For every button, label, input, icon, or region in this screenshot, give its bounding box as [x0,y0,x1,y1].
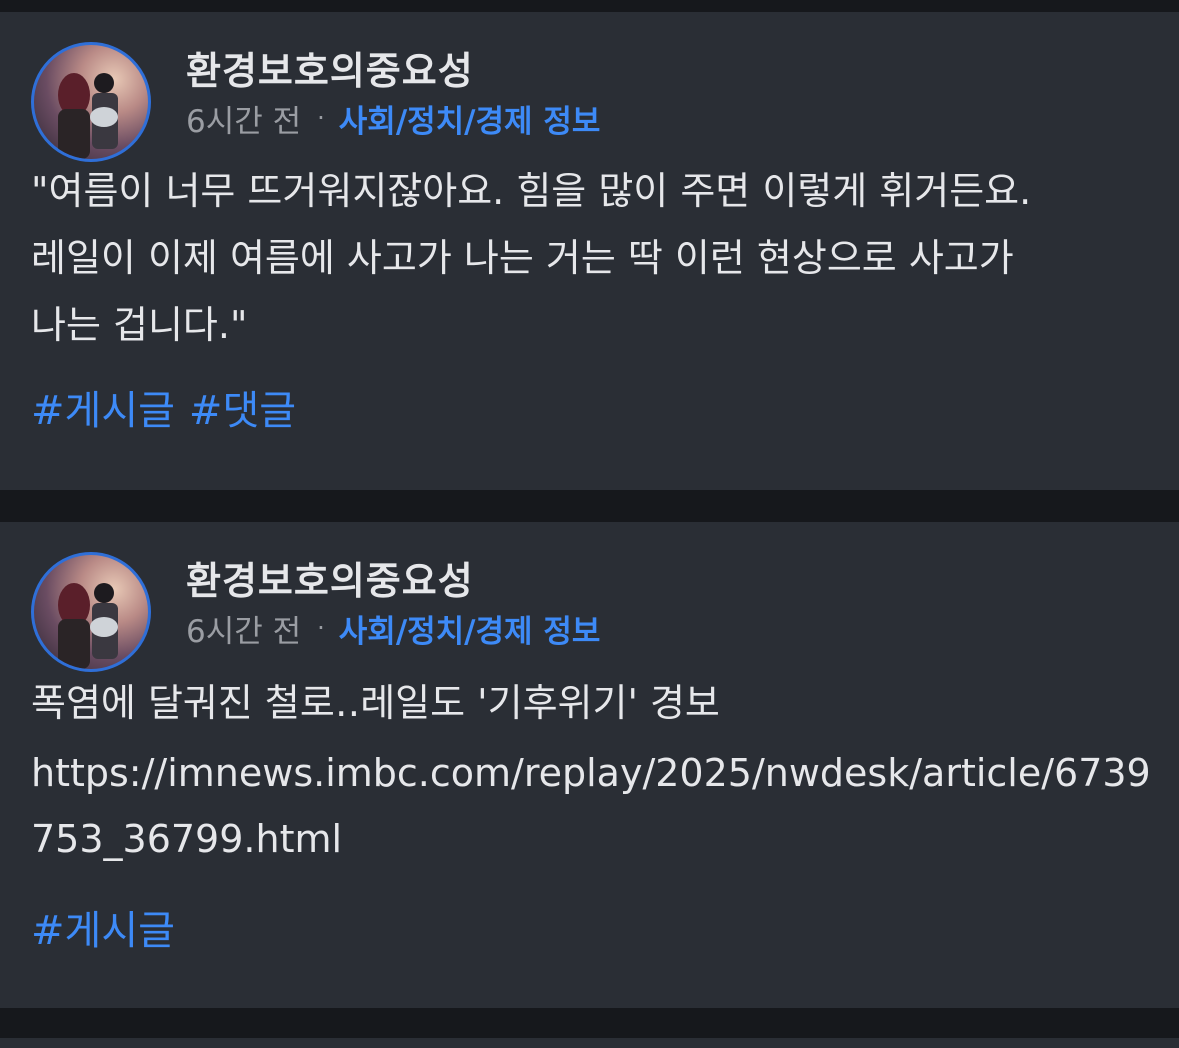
category-link[interactable]: 사회/정치/경제 정보 [339,96,601,141]
post-body: "여름이 너무 뜨거워지잖아요. 힘을 많이 주면 이렇게 휘거든요. 레일이 … [31,169,1032,347]
timestamp: 6시간 전 [186,613,302,650]
username[interactable]: 환경보호의중요성 [186,40,474,95]
timestamp: 6시간 전 [186,103,302,140]
article-link[interactable]: https://imnews.imbc.com/replay/2025/nwde… [31,740,1161,872]
username[interactable]: 환경보호의중요성 [186,550,474,605]
post-card[interactable]: 환경보호의중요성 6시간 전 · 사회/정치/경제 정보 폭염에 달궈진 철로‥… [0,522,1179,1008]
hashtag-link[interactable]: #게시글 [31,388,175,434]
hashtag-link[interactable]: #게시글 [31,908,175,954]
hashtag-link[interactable]: #댓글 [189,388,296,434]
avatar[interactable] [31,552,151,672]
separator: · [317,614,325,642]
next-post-edge [0,1038,1179,1048]
avatar-image [58,583,118,669]
tag-list: #게시글 #댓글 [31,378,310,436]
post-meta: 6시간 전 · 사회/정치/경제 정보 [186,606,601,651]
avatar-image [58,73,118,159]
category-link[interactable]: 사회/정치/경제 정보 [339,606,601,651]
avatar[interactable] [31,42,151,162]
post-meta: 6시간 전 · 사회/정치/경제 정보 [186,96,601,141]
separator: · [317,104,325,132]
post-card[interactable]: 환경보호의중요성 6시간 전 · 사회/정치/경제 정보 "여름이 너무 뜨거워… [0,12,1179,490]
tag-list: #게시글 [31,898,189,956]
post-title: 폭염에 달궈진 철로‥레일도 '기후위기' 경보 [31,681,720,725]
